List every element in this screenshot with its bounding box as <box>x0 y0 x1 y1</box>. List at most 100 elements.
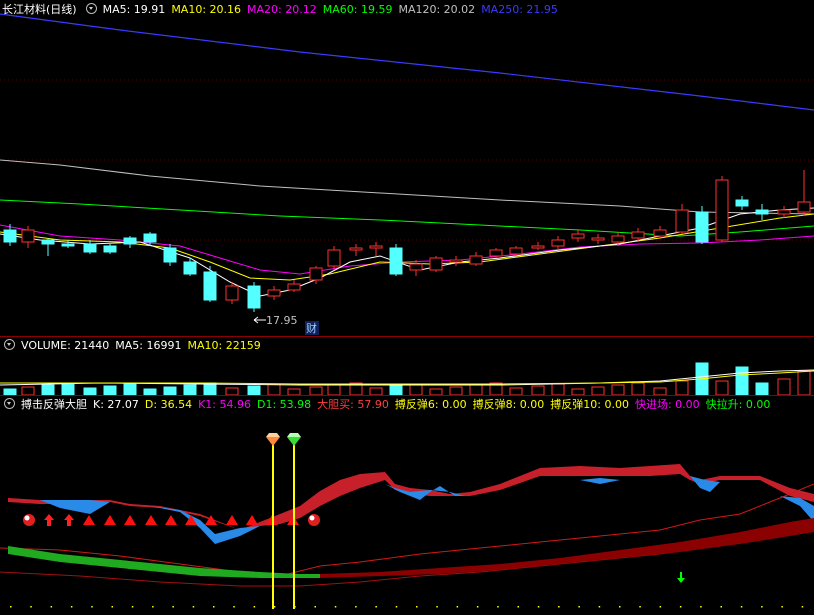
candle-19 <box>389 247 403 275</box>
volume-bar-22 <box>449 386 463 395</box>
candle-30 <box>611 235 625 243</box>
volume-bar-37 <box>755 382 769 395</box>
candle-6 <box>123 237 137 245</box>
finance-marker: 财 <box>306 321 317 335</box>
ma-value-2: MA20: 20.12 <box>247 3 317 16</box>
red-ball-icon-shine <box>24 515 30 521</box>
candle-38 <box>777 209 791 215</box>
candle-31 <box>631 231 645 239</box>
indicator-value-0: K: 27.07 <box>93 398 139 411</box>
baseline-dot <box>355 606 357 608</box>
candle-29 <box>591 237 605 241</box>
volume-bar-20 <box>409 383 423 395</box>
red-up-arrow-icon <box>64 514 74 526</box>
baseline-dot <box>233 606 235 608</box>
baseline-dot <box>192 606 195 608</box>
indicator-chart[interactable] <box>0 396 814 615</box>
baseline-dot <box>456 606 459 608</box>
volume-bar-5 <box>103 385 117 395</box>
dropdown-icon[interactable] <box>4 339 15 350</box>
indicator-panel: 搏击反弹大胆 K: 27.07 D: 36.54 K1: 54.96 D1: 53.98… <box>0 396 814 615</box>
candle-36 <box>735 199 749 207</box>
indicator-header: 搏击反弹大胆 K: 27.07 D: 36.54 K1: 54.96 D1: 53.98… <box>0 397 782 413</box>
baseline-dot <box>253 606 256 608</box>
candle-8 <box>163 247 177 263</box>
volume-bar-19 <box>389 385 403 395</box>
volume-bar-35 <box>715 380 729 395</box>
dropdown-icon[interactable] <box>85 3 97 14</box>
volume-bar-33 <box>675 380 689 395</box>
candle-15 <box>309 267 323 281</box>
indicator-value-6: 搏反弹8: 0.00 <box>472 398 545 411</box>
candle-9 <box>183 261 197 275</box>
baseline-dot <box>395 606 398 608</box>
candle-10 <box>203 271 217 301</box>
red-ball-icon <box>308 514 320 526</box>
volume-bar-8 <box>163 386 177 395</box>
green-diamond-icon <box>287 433 301 446</box>
candle-34 <box>695 211 709 243</box>
candle-39 <box>797 201 811 213</box>
baseline-dot <box>801 606 804 608</box>
candle-4 <box>83 243 97 253</box>
ribbon-upper-blue-4 <box>580 478 620 484</box>
stock-title[interactable]: 长江材料(日线) <box>2 3 77 16</box>
volume-bar-39 <box>797 370 811 395</box>
candle-20 <box>409 263 423 271</box>
volume-bar-36 <box>735 366 749 395</box>
baseline-dot <box>700 606 702 608</box>
candle-35 <box>715 179 729 241</box>
candle-18 <box>369 245 383 249</box>
baseline-dot <box>10 606 12 608</box>
price-chart[interactable]: 17.95 财 <box>0 0 814 336</box>
baseline-dot <box>639 606 641 608</box>
volume-header: VOLUME: 21440 MA5: 16991 MA10: 22159 <box>0 338 273 354</box>
volume-bar-16 <box>327 384 341 395</box>
candle-33 <box>675 209 689 233</box>
baseline-dot <box>598 606 601 608</box>
d1-line <box>0 527 814 587</box>
candle-24 <box>489 249 503 257</box>
candle-7 <box>143 233 157 243</box>
indicator-value-3: D1: 53.98 <box>257 398 312 411</box>
baseline-dot <box>334 606 337 608</box>
candle-14 <box>287 283 301 291</box>
dropdown-icon[interactable] <box>4 398 15 409</box>
baseline-dot <box>111 606 113 608</box>
baseline-dot <box>761 606 763 608</box>
baseline-dot <box>619 606 621 608</box>
volume-bar-1 <box>21 386 35 395</box>
candle-11 <box>225 285 239 301</box>
low-price-marker: 17.95 <box>266 314 298 327</box>
baseline-dot <box>517 606 519 608</box>
indicator-value-9: 快拉升: 0.00 <box>705 398 771 411</box>
volume-bar-6 <box>123 383 137 395</box>
candle-12 <box>247 285 261 309</box>
ma250-line <box>0 13 814 111</box>
red-ball-icon <box>23 514 35 526</box>
red-triangle-icon <box>145 515 157 525</box>
volume-value-1: MA5: 16991 <box>115 339 182 352</box>
candle-21 <box>429 257 443 271</box>
baseline-dot <box>740 606 743 608</box>
volume-bar-30 <box>611 384 625 395</box>
indicator-value-5: 搏反弹6: 0.00 <box>394 398 467 411</box>
baseline-dot <box>50 606 53 608</box>
volume-bar-9 <box>183 384 197 395</box>
candle-32 <box>653 229 667 237</box>
baseline-dot <box>131 606 134 608</box>
red-triangle-icon <box>246 515 258 525</box>
baseline-dot <box>314 606 316 608</box>
candle-2 <box>41 239 55 245</box>
volume-bar-29 <box>591 386 605 395</box>
candle-17 <box>349 247 363 251</box>
indicator-name[interactable]: 搏击反弹大胆 <box>21 398 87 411</box>
baseline-dot <box>659 606 662 608</box>
volume-panel: VOLUME: 21440 MA5: 16991 MA10: 22159 <box>0 337 814 395</box>
baseline-dot <box>476 606 479 608</box>
candle-26 <box>531 245 545 249</box>
candle-16 <box>327 249 341 267</box>
baseline-dot <box>213 606 215 608</box>
volume-bar-32 <box>653 387 667 395</box>
ma-value-4: MA120: 20.02 <box>398 3 476 16</box>
